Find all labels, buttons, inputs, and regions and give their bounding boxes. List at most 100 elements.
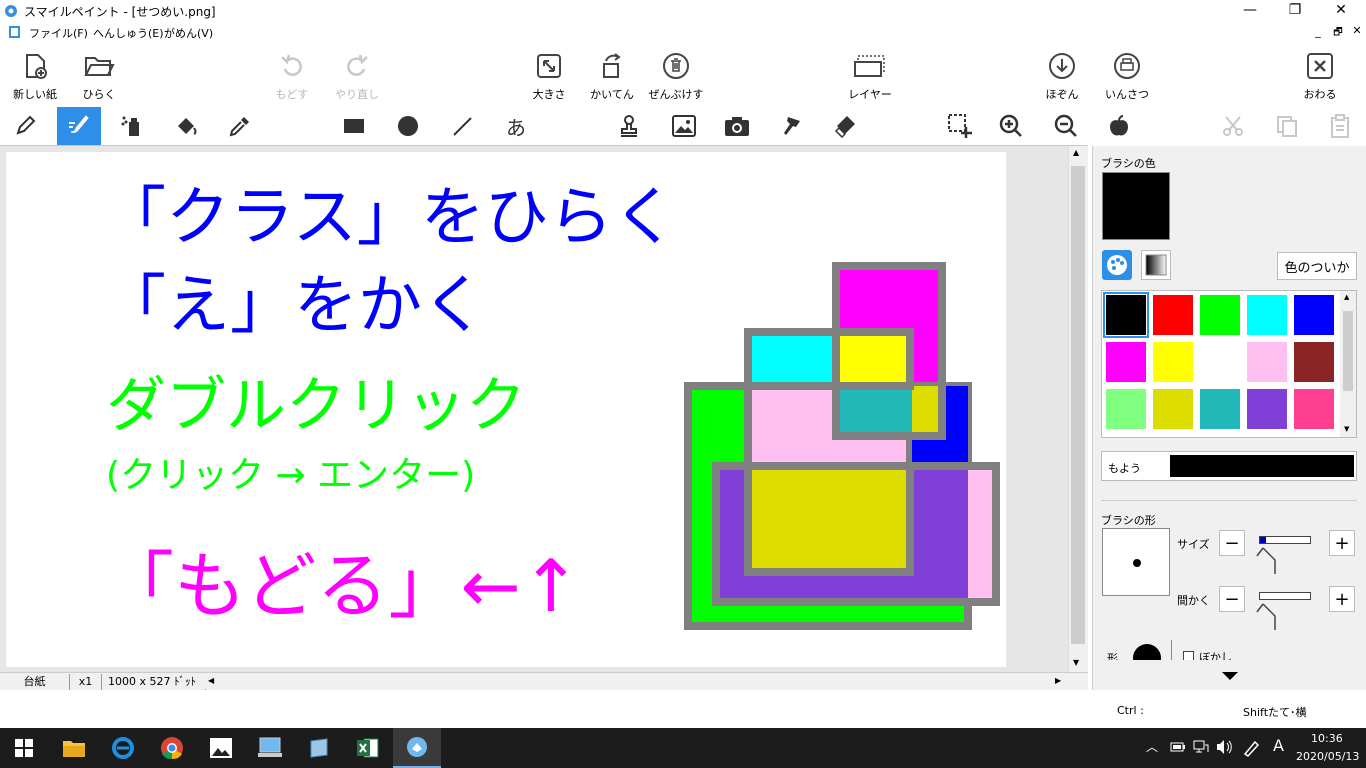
palette-swatch[interactable] [1106,342,1146,382]
taskbar-photos[interactable] [197,728,245,768]
start-button[interactable] [0,728,48,768]
vertical-scroll-thumb[interactable] [1071,166,1085,644]
palette-swatch[interactable] [1247,389,1287,429]
shape-preview[interactable] [1133,644,1161,660]
scroll-down-icon[interactable]: ▼ [1073,658,1079,667]
taskbar-file-explorer[interactable] [50,728,98,768]
line-tool[interactable] [440,107,484,145]
horizontal-scrollbar[interactable]: ◀ ▶ [205,673,1068,689]
layer-button[interactable]: レイヤー [840,48,900,102]
drawing-canvas[interactable]: 「クラス」をひらく 「え」をかく ダブルクリック (クリック → エンター) 「… [6,152,1006,667]
gradient-mode-button[interactable] [1141,250,1171,280]
copy-tool[interactable] [1265,107,1309,145]
palette-swatch[interactable] [1200,342,1240,382]
eyedropper-tool[interactable] [218,107,262,145]
pencil-tool[interactable] [3,107,47,145]
erase-all-button[interactable]: ぜんぶけす [646,48,706,102]
clock-date[interactable]: 2020/05/13 [1296,750,1359,763]
rectangle-tool[interactable] [332,107,376,145]
network-icon[interactable] [1193,739,1209,755]
palette-swatch[interactable] [1153,389,1193,429]
volume-icon[interactable] [1215,739,1233,755]
palette-swatch[interactable] [1294,389,1334,429]
current-brush-color[interactable] [1102,172,1170,240]
minimize-button[interactable]: — [1236,2,1264,18]
inner-minimize-button[interactable]: _ [1310,25,1326,38]
inner-close-button[interactable]: ✕ [1349,24,1365,37]
size-slider-handle[interactable] [1255,546,1295,576]
brush-tool[interactable] [57,107,101,145]
taskbar-excel[interactable] [344,728,392,768]
spray-tool[interactable] [110,107,154,145]
panel-expand-bar[interactable] [1093,660,1366,690]
ime-indicator[interactable]: A [1273,736,1284,755]
palette-swatch[interactable] [1294,342,1334,382]
palette-swatch[interactable] [1294,295,1334,335]
battery-icon[interactable] [1170,741,1186,753]
interval-slider-handle[interactable] [1255,602,1295,632]
zoom-out-tool[interactable] [1044,107,1088,145]
size-decrease-button[interactable]: − [1219,530,1245,556]
expand-down-icon[interactable] [1220,670,1240,682]
palette-swatch[interactable] [1103,292,1149,338]
zoom-in-tool[interactable] [989,107,1033,145]
menu-edit[interactable]: へんしゅう(E) [93,25,164,41]
quit-button[interactable]: おわる [1290,48,1350,102]
cut-tool[interactable] [1211,107,1255,145]
taskbar-this-pc[interactable] [246,728,294,768]
smudge-tool[interactable] [770,107,814,145]
interval-increase-button[interactable]: + [1329,586,1355,612]
tray-chevron-icon[interactable]: ︿ [1146,738,1158,755]
scroll-right-icon[interactable]: ▶ [1055,676,1061,685]
palette-scroll-down-icon[interactable]: ▼ [1344,425,1349,433]
palette-swatch[interactable] [1247,342,1287,382]
palette-swatch[interactable] [1153,295,1193,335]
palette-swatch[interactable] [1106,389,1146,429]
size-increase-button[interactable]: + [1329,530,1355,556]
pen-workspace-icon[interactable] [1242,739,1260,757]
save-button[interactable]: ほぞん [1032,48,1092,102]
new-paper-button[interactable]: 新しい紙 [5,48,65,102]
fill-tool[interactable] [164,107,208,145]
resize-button[interactable]: 大きさ [519,48,579,102]
palette-scrollbar[interactable]: ▲ ▼ [1340,291,1356,437]
palette-swatch[interactable] [1200,389,1240,429]
undo-button[interactable]: もどす [262,48,322,102]
apple-tool[interactable] [1097,107,1141,145]
print-button[interactable]: いんさつ [1097,48,1157,102]
scroll-up-icon[interactable]: ▲ [1073,148,1079,157]
open-button[interactable]: ひらく [69,48,129,102]
interval-decrease-button[interactable]: − [1219,586,1245,612]
maximize-button[interactable]: ❐ [1281,2,1309,18]
pattern-row[interactable]: もよう [1101,451,1357,481]
palette-swatch[interactable] [1247,295,1287,335]
palette-scroll-up-icon[interactable]: ▲ [1344,293,1349,301]
clock-time[interactable]: 10:36 [1311,732,1343,745]
taskbar-smile-paint[interactable] [393,728,441,768]
palette-mode-button[interactable] [1102,250,1132,280]
taskbar-notebook-app[interactable] [295,728,343,768]
palette-scroll-thumb[interactable] [1343,311,1353,391]
eraser-tool[interactable] [823,107,867,145]
menu-file[interactable]: ファイル(F) [29,25,88,41]
text-tool[interactable]: あ [494,107,538,145]
rotate-button[interactable]: かいてん [582,48,642,102]
camera-tool[interactable] [715,107,759,145]
interval-slider[interactable] [1259,592,1311,600]
redo-button[interactable]: やり直し [327,48,387,102]
scroll-left-icon[interactable]: ◀ [208,676,214,685]
stamp-tool[interactable] [607,107,651,145]
size-slider[interactable] [1259,536,1311,544]
taskbar-chrome[interactable] [148,728,196,768]
ellipse-tool[interactable] [386,107,430,145]
close-window-button[interactable]: ✕ [1327,2,1355,18]
palette-swatch[interactable] [1153,342,1193,382]
select-add-tool[interactable] [938,107,982,145]
taskbar-internet-explorer[interactable] [99,728,147,768]
inner-restore-button[interactable]: 🗗 [1330,25,1346,42]
menu-view[interactable]: がめん(V) [164,25,213,41]
image-tool[interactable] [662,107,706,145]
paste-tool[interactable] [1318,107,1362,145]
add-color-button[interactable]: 色のついか [1277,252,1357,280]
palette-swatch[interactable] [1200,295,1240,335]
